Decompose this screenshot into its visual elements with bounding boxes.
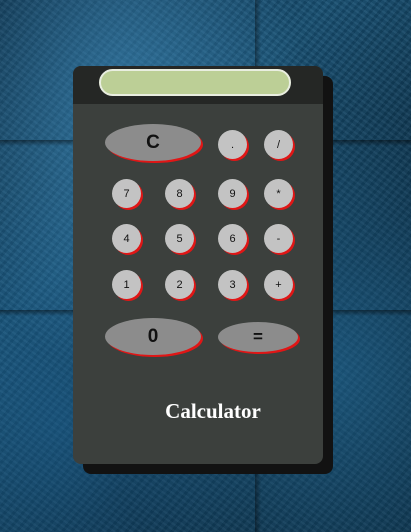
- equals-button[interactable]: =: [218, 322, 298, 352]
- digit-0-button[interactable]: 0: [105, 318, 201, 355]
- digit-1-button[interactable]: 1: [112, 270, 141, 299]
- calculator-header: [73, 66, 323, 104]
- digit-3-button[interactable]: 3: [218, 270, 247, 299]
- subtract-button[interactable]: -: [264, 224, 293, 253]
- display-screen: [99, 69, 291, 96]
- calculator: C . / 7 8 9 * 4 5 6 - 1 2 3 + 0 = Calcul…: [73, 66, 323, 464]
- digit-6-button[interactable]: 6: [218, 224, 247, 253]
- calculator-title: Calculator: [165, 399, 261, 423]
- multiply-button[interactable]: *: [264, 179, 293, 208]
- decimal-button[interactable]: .: [218, 130, 247, 159]
- digit-4-button[interactable]: 4: [112, 224, 141, 253]
- add-button[interactable]: +: [264, 270, 293, 299]
- digit-2-button[interactable]: 2: [165, 270, 194, 299]
- digit-9-button[interactable]: 9: [218, 179, 247, 208]
- clear-button[interactable]: C: [105, 124, 201, 161]
- digit-8-button[interactable]: 8: [165, 179, 194, 208]
- digit-7-button[interactable]: 7: [112, 179, 141, 208]
- digit-5-button[interactable]: 5: [165, 224, 194, 253]
- divide-button[interactable]: /: [264, 130, 293, 159]
